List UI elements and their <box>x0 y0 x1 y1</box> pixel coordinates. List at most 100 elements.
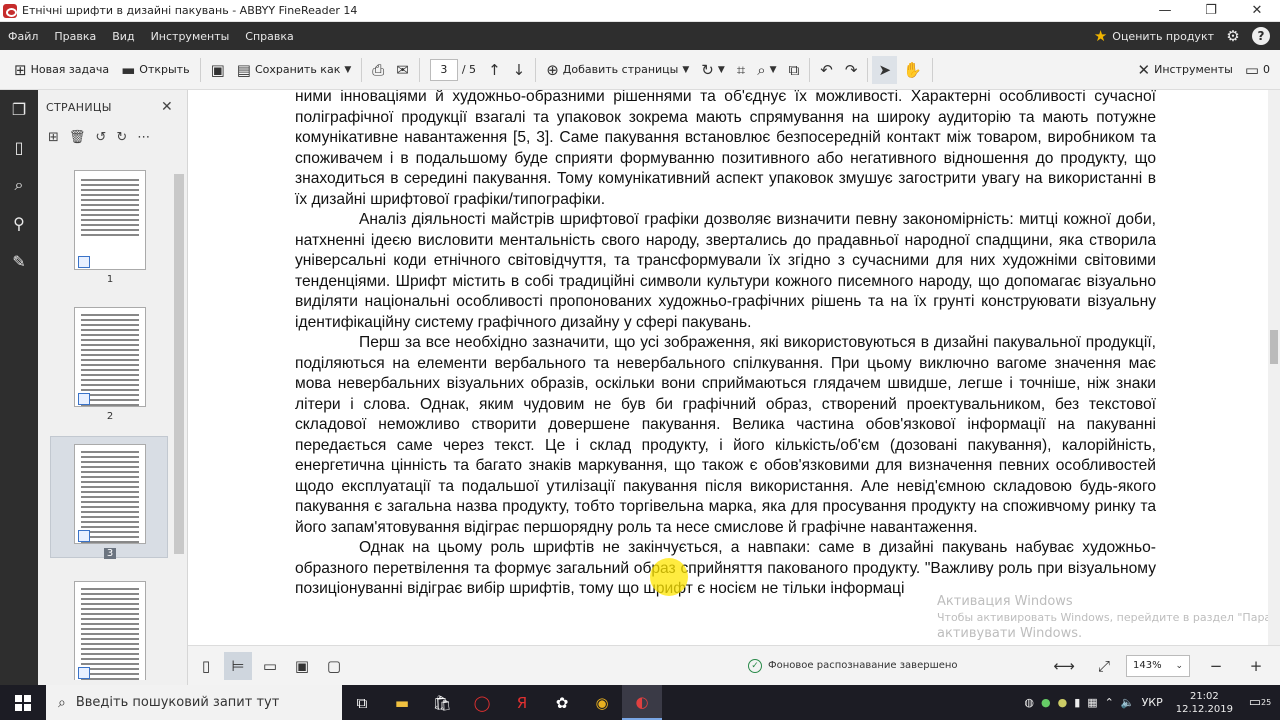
help-icon[interactable]: ? <box>1252 27 1270 45</box>
crop-icon: ⌗ <box>736 60 746 79</box>
document-scrollbar[interactable] <box>1268 90 1280 645</box>
text-view-icon[interactable]: ▢ <box>320 652 348 680</box>
menu-edit[interactable]: Правка <box>46 30 104 43</box>
page-number-input[interactable]: 3 <box>429 58 458 81</box>
rate-product-button[interactable]: ★ Оценить продукт <box>1094 27 1214 45</box>
windows-start-button[interactable] <box>0 685 46 720</box>
fit-width-icon[interactable]: ⟷ <box>1050 652 1078 680</box>
menu-view[interactable]: Вид <box>104 30 142 43</box>
show-hidden-icons-icon[interactable]: ⌃ <box>1105 696 1114 709</box>
tray-app-icon[interactable]: ▮ <box>1074 696 1080 709</box>
menu-file[interactable]: Файл <box>0 30 46 43</box>
folder-icon: ▬ <box>121 60 136 79</box>
volume-icon[interactable]: 🔈 <box>1121 696 1135 709</box>
redo-button[interactable]: ↷ <box>839 56 864 84</box>
save-as-dropdown-icon[interactable]: ▼ <box>344 65 351 75</box>
notification-center-button[interactable]: ▭ 25 <box>1246 685 1274 720</box>
open-button[interactable]: ▬ Открыть <box>115 56 195 84</box>
menu-tools[interactable]: Инструменты <box>143 30 238 43</box>
page-thumbnail-3[interactable] <box>74 444 146 544</box>
signature-icon[interactable]: ✎ <box>8 250 30 272</box>
tray-app-icon[interactable]: ◍ <box>1024 696 1034 709</box>
rotate-dropdown-icon[interactable]: ▼ <box>718 65 725 75</box>
opera-icon[interactable]: ◯ <box>462 685 502 720</box>
add-page-icon[interactable]: ⊞ <box>48 130 59 145</box>
attachment-icon[interactable]: ⚲ <box>8 212 30 234</box>
tools-button[interactable]: ✕ Инструменты <box>1132 56 1239 84</box>
taskbar-search-box[interactable]: ⌕ Введіть пошуковий запит тут <box>46 685 342 720</box>
tray-app-icon[interactable]: ● <box>1041 696 1051 709</box>
zoom-out-icon[interactable]: − <box>1202 652 1230 680</box>
fit-page-icon[interactable]: ⤢ <box>1090 652 1118 680</box>
document-scrollbar-thumb[interactable] <box>1270 330 1278 364</box>
network-icon[interactable]: ▦ <box>1087 696 1097 709</box>
page-thumbnail-1[interactable] <box>74 170 146 270</box>
taskbar-clock[interactable]: 21:02 12.12.2019 <box>1170 690 1239 716</box>
delete-page-icon[interactable]: 🗑 <box>69 130 86 145</box>
photo-app-icon[interactable]: ✿ <box>542 685 582 720</box>
recognize-button[interactable]: ⧉ <box>783 56 806 84</box>
search-icon[interactable]: ⌕ <box>8 174 30 196</box>
store-icon[interactable]: 🛍 <box>422 685 462 720</box>
more-options-icon[interactable]: ⋯ <box>137 130 150 145</box>
page-view-icon[interactable]: ▯ <box>192 652 220 680</box>
task-view-icon[interactable]: ⧉ <box>342 685 382 720</box>
add-pages-button[interactable]: ⊕ Добавить страницы ▼ <box>540 56 695 84</box>
zoom-select[interactable]: 143% ⌄ <box>1126 654 1190 677</box>
rotate-button[interactable]: ↻ ▼ <box>695 56 731 84</box>
add-pages-dropdown-icon[interactable]: ▼ <box>682 65 689 75</box>
undo-button[interactable]: ↶ <box>814 56 839 84</box>
page-thumbnail-4[interactable] <box>74 581 146 680</box>
select-tool-button[interactable]: ➤ <box>872 55 898 84</box>
rotate-right-icon[interactable]: ↻ <box>116 130 127 145</box>
page-number-label-selected: 3 <box>103 548 117 559</box>
thumbnails-scrollbar[interactable] <box>172 160 186 680</box>
page-thumbnail-2[interactable] <box>74 307 146 407</box>
windows-taskbar: ⌕ Введіть пошуковий запит тут ⧉ ▬ 🛍 ◯ Я … <box>0 685 1280 720</box>
save-button[interactable]: ▣ <box>205 56 231 84</box>
next-page-button[interactable]: ↓ <box>507 56 532 84</box>
restore-button[interactable]: ❐ <box>1188 0 1234 22</box>
save-icon: ▣ <box>210 60 225 79</box>
minimize-button[interactable]: — <box>1142 0 1188 22</box>
close-button[interactable]: ✕ <box>1234 0 1280 22</box>
taskbar-search-placeholder: Введіть пошуковий запит тут <box>75 695 280 710</box>
notification-count: 25 <box>1261 698 1272 707</box>
settings-gear-icon[interactable]: ⚙ <box>1224 27 1242 45</box>
document-text[interactable]: ними інноваціями й художньо-образними рі… <box>295 90 1156 600</box>
chevron-down-icon: ⌄ <box>1175 660 1183 671</box>
thumbnails-scrollbar-thumb[interactable] <box>174 174 184 554</box>
bookmark-icon[interactable]: ▯ <box>8 136 30 158</box>
chrome-icon[interactable]: ◉ <box>582 685 622 720</box>
rotate-left-icon[interactable]: ↺ <box>95 130 106 145</box>
paragraph-2[interactable]: Аналіз діяльності майстрів шрифтової гра… <box>295 210 1156 333</box>
paragraph-3[interactable]: Перш за все необхідно зазначити, що усі … <box>295 333 1156 538</box>
comments-button[interactable]: ▭ 0 <box>1239 56 1280 84</box>
menu-help[interactable]: Справка <box>237 30 301 43</box>
tray-app-icon[interactable]: ● <box>1058 696 1068 709</box>
two-page-view-icon[interactable]: ▭ <box>256 652 284 680</box>
email-button[interactable]: ✉ <box>390 56 415 84</box>
fit-width-view-icon[interactable]: ⊨ <box>224 651 252 680</box>
abbyy-finereader-taskbar-icon[interactable]: ◐ <box>622 685 662 720</box>
file-explorer-icon[interactable]: ▬ <box>382 685 422 720</box>
toolbar-divider <box>535 57 537 82</box>
new-task-button[interactable]: ⊞ Новая задача <box>8 56 115 84</box>
document-view[interactable]: ними інноваціями й художньо-образними рі… <box>188 90 1268 645</box>
paragraph-4[interactable]: Однак на цьому роль шрифтів не закінчуєт… <box>295 538 1156 600</box>
page-status-icon <box>78 393 90 405</box>
zoom-in-icon[interactable]: + <box>1242 652 1270 680</box>
language-indicator[interactable]: УКР <box>1142 696 1163 709</box>
image-tools-dropdown-icon[interactable]: ▼ <box>770 65 777 75</box>
yandex-icon[interactable]: Я <box>502 685 542 720</box>
crop-button[interactable]: ⌗ <box>731 56 751 84</box>
paragraph-1[interactable]: ними інноваціями й художньо-образними рі… <box>295 90 1156 210</box>
image-view-icon[interactable]: ▣ <box>288 652 316 680</box>
save-as-button[interactable]: ▤ Сохранить как ▼ <box>231 56 358 84</box>
pages-icon[interactable]: ❐ <box>8 98 30 120</box>
print-button[interactable]: ⎙ <box>366 56 390 84</box>
prev-page-button[interactable]: ↑ <box>482 56 507 84</box>
close-panel-icon[interactable]: ✕ <box>161 99 173 115</box>
image-tools-button[interactable]: ⌕ ▼ <box>751 56 782 84</box>
hand-tool-button[interactable]: ✋ <box>897 56 928 84</box>
